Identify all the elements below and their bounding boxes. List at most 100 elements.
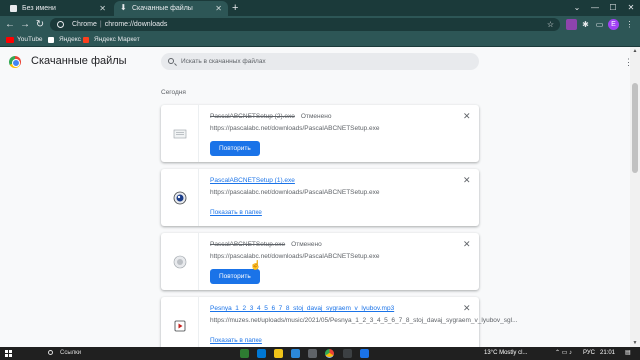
download-filename-link[interactable]: Pesnya_1_2_3_4_5_6_7_8_stoj_davaj_sygrae… <box>210 305 394 312</box>
page-scrollbar[interactable]: ▲ ▼ <box>630 47 640 347</box>
menu-kebab-icon[interactable]: ⋮ <box>624 19 635 30</box>
youtube-icon <box>6 37 14 43</box>
forward-button[interactable]: → <box>18 16 32 33</box>
taskbar-search-label: Ссылки <box>60 350 82 356</box>
windows-taskbar: Ссылки 13°C Mostly cl... ⌃ ▭ ♪ РУС 21:01… <box>0 347 640 360</box>
remove-item-icon[interactable]: ✕ <box>463 239 471 250</box>
download-item: Pesnya_1_2_3_4_5_6_7_8_stoj_davaj_sygrae… <box>161 297 518 347</box>
language-indicator[interactable]: РУС <box>583 347 595 360</box>
tab-strip: Без имени ✕ ⬇ Скачанные файлы ✕ + ⌄ — ☐ … <box>0 0 640 16</box>
hand-cursor-icon: ☝ <box>250 260 262 270</box>
reading-list-icon[interactable]: ▭ <box>594 19 605 30</box>
retry-button[interactable]: Повторить <box>210 141 260 156</box>
extensions-puzzle-icon[interactable]: ✱ <box>580 19 591 30</box>
address-scheme: Chrome <box>72 21 97 28</box>
file-icon-column <box>161 169 199 226</box>
app-icon[interactable] <box>291 349 300 358</box>
show-in-folder-link[interactable]: Показать в папке <box>210 209 262 216</box>
download-filename: PascalABCNETSetup (2).exe Отменено <box>210 113 331 120</box>
tab-untitled[interactable]: Без имени ✕ <box>4 1 112 16</box>
close-window-button[interactable]: ✕ <box>622 0 640 16</box>
tab-label: Скачанные файлы <box>132 5 193 12</box>
taskbar-search[interactable]: Ссылки <box>45 347 81 360</box>
bookmark-yandex-market[interactable]: Яндекс Маркет <box>83 33 140 47</box>
remove-item-icon[interactable]: ✕ <box>463 303 471 314</box>
file-icon-column <box>161 233 199 290</box>
download-status: Отменено <box>300 113 332 120</box>
app-icon[interactable] <box>257 349 266 358</box>
reload-button[interactable]: ↻ <box>33 16 47 33</box>
weather-text: 13°C Mostly cl... <box>484 350 528 356</box>
profile-avatar[interactable]: E <box>608 19 619 30</box>
minimize-button[interactable]: — <box>586 0 604 16</box>
file-icon-column <box>161 297 199 347</box>
bookmarks-bar: YouTube Яндекс Яндекс Маркет <box>0 33 640 47</box>
app-icon[interactable] <box>360 349 369 358</box>
remove-item-icon[interactable]: ✕ <box>463 111 471 122</box>
yandex-icon <box>48 37 54 43</box>
address-separator: | <box>99 21 102 28</box>
chrome-taskbar-icon[interactable] <box>325 349 334 358</box>
windows-start-icon[interactable] <box>5 350 12 357</box>
weather-widget[interactable]: 13°C Mostly cl... <box>484 347 527 360</box>
search-placeholder: Искать в скачанных файлах <box>181 58 266 65</box>
show-in-folder-link[interactable]: Показать в папке <box>210 337 262 344</box>
close-tab-icon[interactable]: ✕ <box>99 1 106 16</box>
bookmark-label: YouTube <box>17 36 43 43</box>
new-tab-button[interactable]: + <box>232 1 238 15</box>
notifications-icon[interactable]: ▤ <box>625 347 631 360</box>
remove-item-icon[interactable]: ✕ <box>463 175 471 186</box>
back-button[interactable]: ← <box>3 16 17 33</box>
extension-icon[interactable] <box>566 19 577 30</box>
filename-text: PascalABCNETSetup (2).exe <box>210 113 295 120</box>
page-title: Скачанные файлы <box>31 55 127 67</box>
bookmark-youtube[interactable]: YouTube <box>6 33 43 47</box>
close-tab-icon[interactable]: ✕ <box>215 1 222 16</box>
filename-text: PascalABCNETSetup (1).exe <box>210 177 295 184</box>
download-filename: PascalABCNETSetup.exe Отменено <box>210 241 322 248</box>
retry-button[interactable]: Повторить <box>210 269 260 284</box>
bookmark-label: Яндекс Маркет <box>94 36 140 43</box>
download-url: https://pascalabc.net/downloads/PascalAB… <box>210 253 380 260</box>
bookmark-yandex[interactable]: Яндекс <box>48 33 81 47</box>
download-item: PascalABCNETSetup.exe Отменено https://pa… <box>161 233 479 290</box>
file-icon-column <box>161 105 199 162</box>
chevron-down-icon[interactable]: ⌄ <box>568 0 586 16</box>
scrollbar-thumb[interactable] <box>632 83 638 173</box>
app-icon[interactable] <box>308 349 317 358</box>
download-item: PascalABCNETSetup (2).exe Отменено https:… <box>161 105 479 162</box>
app-icon[interactable] <box>240 349 249 358</box>
download-status: Отменено <box>291 241 322 248</box>
download-item: PascalABCNETSetup (1).exe https://pascal… <box>161 169 479 226</box>
filename-text: Pesnya_1_2_3_4_5_6_7_8_stoj_davaj_sygrae… <box>210 305 395 312</box>
date-section-label: Сегодня <box>161 89 186 96</box>
file-generic-icon <box>173 255 187 269</box>
search-input[interactable]: Искать в скачанных файлах <box>161 53 479 70</box>
scroll-down-icon[interactable]: ▼ <box>630 340 640 346</box>
maximize-button[interactable]: ☐ <box>604 0 622 16</box>
bookmark-star-icon[interactable]: ☆ <box>545 19 556 30</box>
filename-text: PascalABCNETSetup.exe <box>210 241 286 248</box>
address-bar[interactable]: Chrome | chrome://downloads <box>50 18 560 31</box>
bookmark-label: Яндекс <box>59 36 81 43</box>
chrome-icon <box>57 21 64 28</box>
page-header: Скачанные файлы Искать в скачанных файла… <box>0 47 633 77</box>
app-icon[interactable] <box>343 349 352 358</box>
download-url: https://pascalabc.net/downloads/PascalAB… <box>210 189 380 196</box>
system-tray-icons[interactable]: ⌃ ▭ ♪ <box>555 347 572 360</box>
scroll-up-icon[interactable]: ▲ <box>630 48 640 54</box>
page-icon <box>10 5 17 12</box>
yandex-market-icon <box>83 37 89 43</box>
clock[interactable]: 21:01 <box>600 347 615 360</box>
download-icon: ⬇ <box>120 3 127 12</box>
search-icon <box>48 350 53 355</box>
audio-file-icon <box>174 320 186 332</box>
search-icon <box>168 58 174 64</box>
file-generic-icon <box>173 129 187 139</box>
download-filename-link[interactable]: PascalABCNETSetup (1).exe <box>210 177 295 184</box>
pascal-installer-icon <box>173 191 187 205</box>
file-explorer-icon[interactable] <box>274 349 283 358</box>
tab-downloads[interactable]: ⬇ Скачанные файлы ✕ <box>114 1 228 16</box>
browser-toolbar: ← → ↻ Chrome | chrome://downloads ☆ ✱ ▭ E … <box>0 16 640 33</box>
download-url: https://muzes.net/uploads/music/2021/05/… <box>210 317 518 324</box>
